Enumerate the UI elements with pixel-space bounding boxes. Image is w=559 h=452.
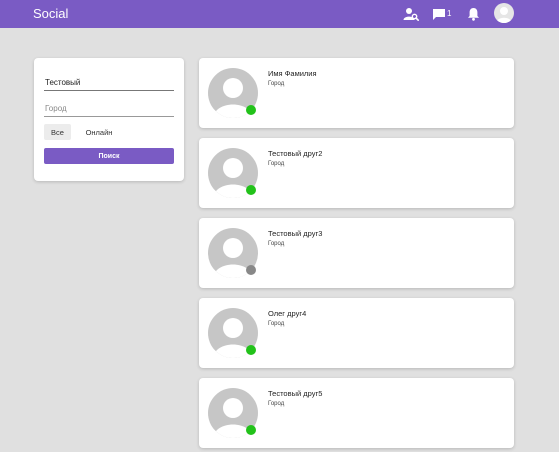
chat-icon <box>433 8 445 20</box>
user-name[interactable]: Тестовый друг5 <box>268 389 322 398</box>
name-field-wrapper <box>44 72 174 91</box>
offline-status-indicator <box>246 265 256 275</box>
messages-button[interactable]: 1 <box>432 5 451 23</box>
online-status-indicator <box>246 425 256 435</box>
user-city: Город <box>268 321 285 327</box>
user-card[interactable]: Имя Фамилия Город <box>199 58 514 128</box>
user-name[interactable]: Тестовый друг2 <box>268 149 322 158</box>
online-status-indicator <box>246 185 256 195</box>
user-city: Город <box>268 161 285 167</box>
city-input[interactable] <box>44 102 174 115</box>
user-search-icon[interactable] <box>403 5 419 23</box>
top-bar: Social 1 <box>0 0 559 28</box>
brand-logo[interactable]: Social <box>33 6 68 21</box>
user-city: Город <box>268 81 285 87</box>
city-field-wrapper <box>44 98 174 117</box>
user-name[interactable]: Имя Фамилия <box>268 69 317 78</box>
messages-count-badge: 1 <box>447 8 452 18</box>
search-filter-panel: Все Онлайн Поиск <box>34 58 184 181</box>
user-city: Город <box>268 401 285 407</box>
user-card[interactable]: Олег друг4 Город <box>199 298 514 368</box>
user-card[interactable]: Тестовый друг2 Город <box>199 138 514 208</box>
user-name[interactable]: Олег друг4 <box>268 309 306 318</box>
user-city: Город <box>268 241 285 247</box>
user-card[interactable]: Тестовый друг5 Город <box>199 378 514 448</box>
profile-avatar[interactable] <box>494 3 514 23</box>
filter-all-button[interactable]: Все <box>44 124 71 140</box>
search-button[interactable]: Поиск <box>44 148 174 164</box>
online-status-indicator <box>246 105 256 115</box>
name-search-input[interactable] <box>44 76 174 89</box>
online-status-indicator <box>246 345 256 355</box>
filter-online-button[interactable]: Онлайн <box>80 124 118 140</box>
user-name[interactable]: Тестовый друг3 <box>268 229 322 238</box>
notifications-bell-icon[interactable] <box>467 5 480 23</box>
user-card[interactable]: Тестовый друг3 Город <box>199 218 514 288</box>
